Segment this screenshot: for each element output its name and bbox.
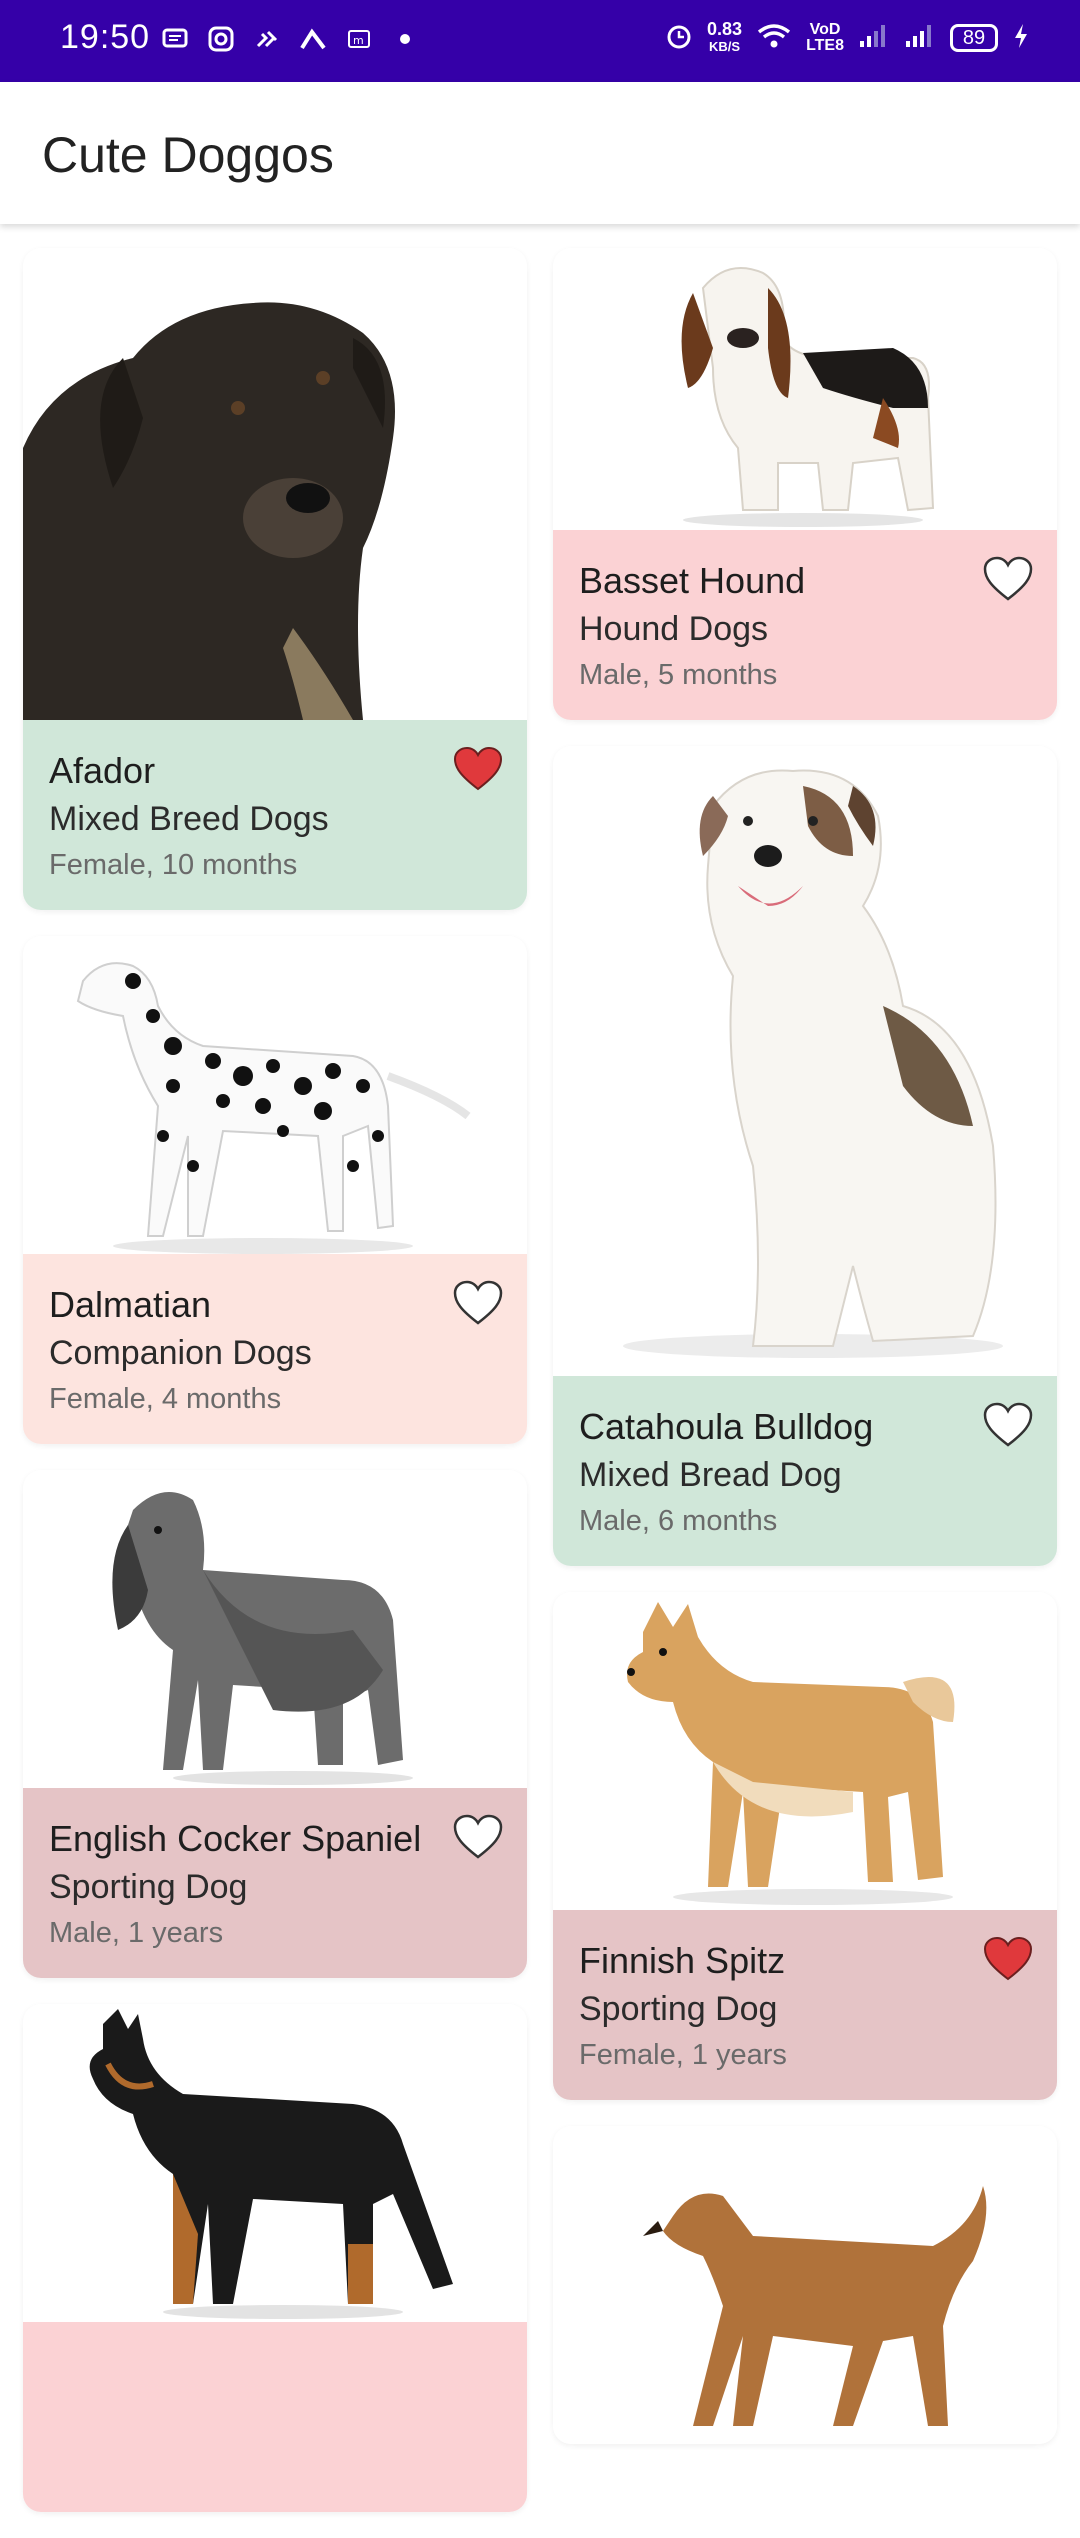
- dog-card-partial[interactable]: [23, 2004, 527, 2512]
- dog-gender-age: Female, 4 months: [49, 1383, 282, 1415]
- dog-info-panel: English Cocker Spaniel Sporting Dog Male…: [23, 1788, 527, 1978]
- dog-image: [23, 936, 527, 1254]
- dog-info-panel: [23, 2322, 527, 2512]
- heart-outline-icon[interactable]: [983, 1402, 1033, 1448]
- dog-image: [553, 1592, 1057, 1910]
- heart-filled-icon[interactable]: [983, 1936, 1033, 1982]
- dog-info-panel: Afador Mixed Breed Dogs Female, 10 month…: [23, 720, 527, 910]
- network-speed: 0.83 KB/S: [707, 20, 742, 56]
- dog-grid-right-column: Basset Hound Hound Dogs Male, 5 months C…: [553, 248, 1057, 2470]
- charging-icon: [1012, 22, 1030, 55]
- dog-image: [553, 746, 1057, 1376]
- speed-unit: KB/S: [709, 39, 741, 54]
- dog-gender-age: Male, 6 months: [579, 1505, 778, 1537]
- dog-image: [553, 2126, 1057, 2444]
- dog-group: Sporting Dog: [49, 1868, 248, 1906]
- message-icon: [160, 24, 190, 54]
- dog-name: Catahoula Bulldog: [579, 1406, 874, 1447]
- instagram-icon: [206, 24, 236, 54]
- dog-gender-age: Female, 10 months: [49, 849, 298, 881]
- volte-indicator: VoD LTE8: [806, 22, 844, 54]
- dog-gender-age: Male, 5 months: [579, 659, 778, 691]
- wifi-icon: [756, 22, 792, 55]
- dog-image: [23, 1470, 527, 1788]
- dog-gender-age: Male, 1 years: [49, 1917, 224, 1949]
- dog-info-panel: Basset Hound Hound Dogs Male, 5 months: [553, 530, 1057, 720]
- dog-group: Mixed Bread Dog: [579, 1456, 842, 1494]
- notification-icons: m: [160, 24, 420, 54]
- heart-filled-icon[interactable]: [453, 746, 503, 792]
- status-bar: 19:50 m 0.83 KB/S VoD LTE8 89: [0, 0, 1080, 82]
- dog-card-afador[interactable]: Afador Mixed Breed Dogs Female, 10 month…: [23, 248, 527, 910]
- dog-name: Dalmatian: [49, 1284, 212, 1325]
- signal-icon: [904, 23, 936, 54]
- dog-card-dalmatian[interactable]: Dalmatian Companion Dogs Female, 4 month…: [23, 936, 527, 1444]
- heart-outline-icon[interactable]: [983, 556, 1033, 602]
- dog-name: English Cocker Spaniel: [49, 1818, 422, 1859]
- dog-card-finnish-spitz[interactable]: Finnish Spitz Sporting Dog Female, 1 yea…: [553, 1592, 1057, 2100]
- dog-card-basset-hound[interactable]: Basset Hound Hound Dogs Male, 5 months: [553, 248, 1057, 720]
- dog-group: Companion Dogs: [49, 1334, 312, 1372]
- dog-name: Basset Hound: [579, 560, 806, 601]
- status-time: 19:50: [60, 18, 151, 56]
- volte-line2: LTE8: [806, 37, 844, 54]
- dog-group: Mixed Breed Dogs: [49, 800, 329, 838]
- dog-card-partial[interactable]: [553, 2126, 1057, 2444]
- system-icons: 0.83 KB/S VoD LTE8 89: [665, 20, 1030, 56]
- dog-card-english-cocker-spaniel[interactable]: English Cocker Spaniel Sporting Dog Male…: [23, 1470, 527, 1978]
- heart-outline-icon[interactable]: [453, 1280, 503, 1326]
- dog-image: [553, 248, 1057, 530]
- dog-image: [23, 248, 527, 720]
- volte-line1: VoD: [809, 21, 841, 38]
- dog-info-panel: Dalmatian Companion Dogs Female, 4 month…: [23, 1254, 527, 1444]
- speed-value: 0.83: [707, 19, 743, 39]
- dog-name: Afador: [49, 750, 156, 791]
- signal-icon: [858, 23, 890, 54]
- dog-info-panel: Finnish Spitz Sporting Dog Female, 1 yea…: [553, 1910, 1057, 2100]
- dog-name: Finnish Spitz: [579, 1940, 786, 1981]
- dog-info-panel: Catahoula Bulldog Mixed Bread Dog Male, …: [553, 1376, 1057, 1566]
- heart-outline-icon[interactable]: [453, 1814, 503, 1860]
- dog-gender-age: Female, 1 years: [579, 2039, 787, 2071]
- dog-image: [23, 2004, 527, 2322]
- app-bar: Cute Doggos: [0, 82, 1080, 224]
- network-icon: [252, 24, 282, 54]
- vpn-icon: [298, 24, 328, 54]
- mail-icon: m: [344, 24, 374, 54]
- battery-indicator: 89: [950, 24, 998, 52]
- dog-card-catahoula-bulldog[interactable]: Catahoula Bulldog Mixed Bread Dog Male, …: [553, 746, 1057, 1566]
- svg-text:m: m: [353, 34, 364, 47]
- dog-grid-left-column: Afador Mixed Breed Dogs Female, 10 month…: [23, 248, 527, 2538]
- dot-icon: [390, 24, 420, 54]
- dog-group: Hound Dogs: [579, 610, 769, 648]
- alarm-icon: [665, 22, 693, 55]
- page-title: Cute Doggos: [42, 127, 334, 183]
- dog-group: Sporting Dog: [579, 1990, 778, 2028]
